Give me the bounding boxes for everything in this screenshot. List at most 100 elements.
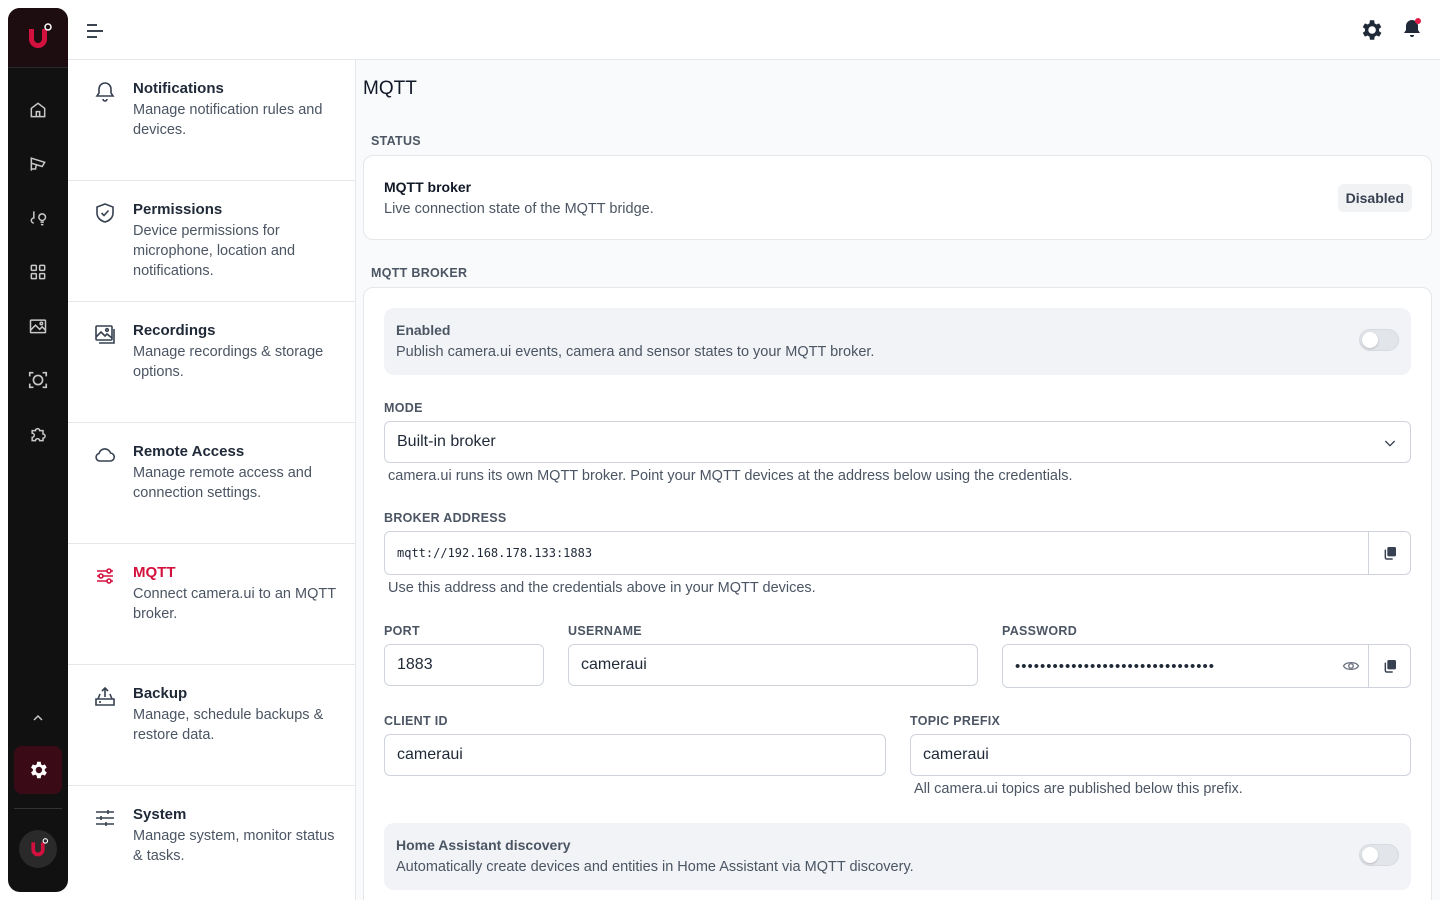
image-icon [95,325,115,344]
mode-value: Built-in broker [397,433,496,450]
topic-prefix-input[interactable]: cameraui [910,734,1411,776]
client-id-label: CLIENT ID [384,714,448,728]
settings-nav-title: Remote Access [133,443,245,460]
ha-discovery-toggle[interactable] [1359,844,1399,866]
mqtt-icon [97,568,113,584]
toggle-knob [1362,847,1378,863]
chevron-up-icon [33,714,43,721]
user-avatar[interactable] [19,830,57,868]
bell-icon [95,82,115,102]
home-icon [30,102,46,118]
broker-address-field[interactable]: mqtt://192.168.178.133:1883 [384,531,1411,575]
app-rail [8,8,68,892]
app-logo[interactable] [8,8,68,68]
notifications-button[interactable] [1400,17,1424,41]
settings-nav-item-notifications[interactable]: Notifications Manage notification rules … [68,60,355,181]
broker-address-value: mqtt://192.168.178.133:1883 [397,546,593,560]
settings-nav-item-mqtt[interactable]: MQTT Connect camera.ui to an MQTT broker… [68,544,355,665]
gear-icon [1362,20,1382,40]
settings-nav-desc: Manage remote access and connection sett… [133,465,312,501]
port-label: PORT [384,624,420,638]
backup-icon [95,686,115,706]
image-icon [29,319,47,334]
settings-nav-title: MQTT [133,564,176,581]
rail-faces-button[interactable] [18,360,58,400]
chevron-down-icon [1384,440,1396,447]
settings-nav-title: Backup [133,685,188,702]
rail-dashboard-button[interactable] [18,252,58,292]
settings-nav-desc: Device permissions for microphone, locat… [133,223,296,279]
copy-icon [1384,660,1396,673]
settings-nav-item-remote-access[interactable]: Remote Access Manage remote access and c… [68,423,355,544]
port-input[interactable]: 1883 [384,644,544,686]
page-title: MQTT [363,78,417,99]
port-value: 1883 [397,656,433,673]
camera-ui-logo-icon [31,838,49,857]
settings-nav-desc: Manage recordings & storage options. [133,344,324,380]
menu-toggle-button[interactable] [84,20,106,42]
settings-nav-item-system[interactable]: System Manage system, monitor status & t… [68,786,355,900]
camera-icon [30,157,46,171]
status-section-label: STATUS [371,134,421,148]
mode-select[interactable]: Built-in broker [384,421,1411,463]
enabled-desc: Publish camera.ui events, camera and sen… [396,344,875,360]
topic-prefix-help: All camera.ui topics are published below… [914,781,1243,797]
settings-nav: Notifications Manage notification rules … [68,60,356,900]
mode-help: camera.ui runs its own MQTT broker. Poin… [388,468,1073,484]
settings-nav-item-permissions[interactable]: Permissions Device permissions for micro… [68,181,355,302]
username-label: USERNAME [568,624,642,638]
enabled-row: Enabled Publish camera.ui events, camera… [384,308,1411,375]
copy-address-button[interactable] [1368,532,1410,574]
puzzle-icon [31,427,46,442]
rail-home-button[interactable] [18,90,58,130]
broker-card: Enabled Publish camera.ui events, camera… [363,287,1432,900]
face-icon [28,371,48,389]
topic-prefix-value: cameraui [923,746,989,763]
password-label: PASSWORD [1002,624,1078,638]
gear-icon [31,761,47,779]
broker-address-label: BROKER ADDRESS [384,511,507,525]
shield-check-icon [96,203,114,223]
bulb-icon [30,211,47,226]
top-bar [68,0,1440,60]
settings-button[interactable] [1358,17,1384,43]
ha-discovery-title: Home Assistant discovery [396,837,571,853]
enabled-toggle[interactable] [1359,329,1399,351]
grid-icon [30,264,46,280]
settings-nav-item-recordings[interactable]: Recordings Manage recordings & storage o… [68,302,355,423]
camera-ui-logo-icon [29,22,52,48]
bell-icon [1404,18,1421,37]
settings-nav-title: Notifications [133,80,224,97]
copy-icon [1384,547,1396,560]
password-input[interactable]: •••••••••••••••••••••••••••••••• [1002,644,1411,688]
settings-nav-title: Permissions [133,201,223,218]
username-input[interactable]: cameraui [568,644,978,686]
client-id-value: cameraui [397,746,463,763]
ha-discovery-row: Home Assistant discovery Automatically c… [384,823,1411,890]
rail-plugins-button[interactable] [18,414,58,454]
mqtt-settings-panel: MQTT STATUS MQTT broker Live connection … [356,60,1440,900]
menu-icon [87,24,103,38]
settings-nav-item-backup[interactable]: Backup Manage, schedule backups & restor… [68,665,355,786]
rail-gallery-button[interactable] [18,306,58,346]
settings-nav-title: Recordings [133,322,216,339]
status-desc: Live connection state of the MQTT bridge… [384,201,654,217]
rail-cameras-button[interactable] [18,144,58,184]
settings-nav-title: System [133,806,187,823]
broker-address-help: Use this address and the credentials abo… [388,580,816,596]
client-id-input[interactable]: cameraui [384,734,886,776]
mode-label: MODE [384,401,423,415]
settings-nav-desc: Manage notification rules and devices. [133,102,323,138]
status-card: MQTT broker Live connection state of the… [363,155,1432,240]
eye-icon[interactable] [1342,657,1360,675]
rail-divider [14,808,62,809]
sliders-icon [96,810,114,826]
broker-section-label: MQTT BROKER [371,266,468,280]
rail-collapse-button[interactable] [18,698,58,738]
username-value: cameraui [581,656,647,673]
topic-prefix-label: TOPIC PREFIX [910,714,1001,728]
copy-password-button[interactable] [1368,645,1410,687]
cloud-icon [95,448,116,462]
rail-automations-button[interactable] [18,198,58,238]
rail-settings-button[interactable] [14,746,62,794]
